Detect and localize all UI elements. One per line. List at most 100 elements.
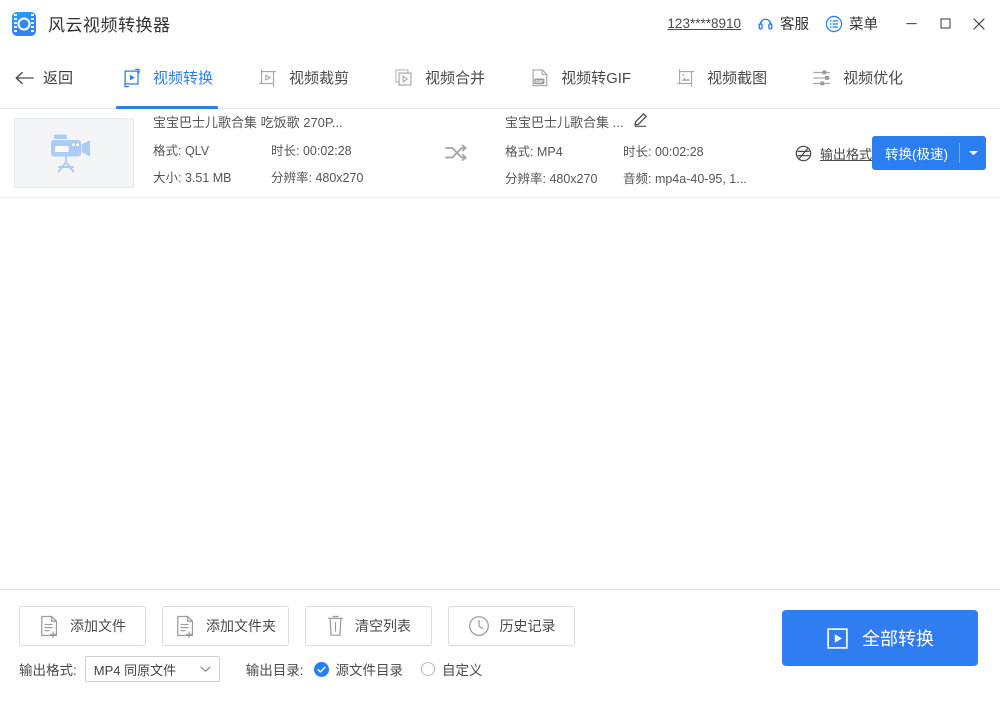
chevron-down-icon [200,666,211,672]
add-folder-icon [177,615,194,638]
tool-button-label: 清空列表 [355,618,411,634]
source-duration: 时长: 00:02:28 [271,144,352,158]
maximize-icon [939,18,951,29]
convert-button[interactable]: 转换(极速) [872,136,986,170]
menu-list-icon [825,15,843,32]
support-button[interactable]: 客服 [757,13,809,34]
video-optimize-icon [813,69,831,85]
bottom-toolbar: 添加文件 添加文件夹 清空列表 历史记录 输出格式: MP4 同原文件 输出目录… [0,589,1000,703]
source-format: 格式: QLV [153,144,210,158]
radio-custom-directory-label: 自定义 [442,663,483,678]
output-options: 输出格式: MP4 同原文件 输出目录: 源文件目录 自定义 [19,656,483,682]
tab-label: 视频转GIF [561,70,632,87]
trash-icon [327,615,344,636]
output-dir-field-label: 输出目录: [245,663,304,678]
shuffle-icon[interactable] [431,142,483,164]
clock-icon [468,616,489,636]
history-button[interactable]: 历史记录 [448,606,575,646]
source-meta-line-2: 大小: 3.51 MB 分辨率: 480x270 [153,167,431,186]
add-file-icon [41,615,58,638]
source-meta-line-1: 格式: QLV 时长: 00:02:28 [153,140,431,159]
radio-custom-directory[interactable]: 自定义 [421,659,483,679]
tool-button-label: 添加文件夹 [206,618,276,634]
menu-label: 菜单 [849,17,878,33]
application-window: 风云视频转换器 123****8910 客服 菜单 返回 视频转换 视频裁剪 视… [0,0,1000,703]
radio-checked-icon [313,661,329,677]
title-bar-right: 123****8910 客服 菜单 [667,0,1000,47]
file-list: 宝宝巴士儿歌合集 吃饭歌 270P... 格式: QLV 时长: 00:02:2… [0,109,1000,589]
back-button[interactable]: 返回 [14,67,73,88]
source-file-info: 宝宝巴士儿歌合集 吃饭歌 270P... 格式: QLV 时长: 00:02:2… [153,112,431,194]
check-icon [316,666,326,673]
minimize-button[interactable] [894,4,928,44]
video-crop-icon [259,68,277,87]
table-row[interactable]: 宝宝巴士儿歌合集 吃饭歌 270P... 格式: QLV 时长: 00:02:2… [0,109,1000,198]
caret-down-icon [968,150,978,156]
title-bar: 风云视频转换器 123****8910 客服 菜单 [0,0,1000,47]
clear-list-button[interactable]: 清空列表 [305,606,432,646]
maximize-button[interactable] [928,4,962,44]
radio-source-directory-label: 源文件目录 [335,663,404,678]
app-title: 风云视频转换器 [48,16,171,35]
tab-video-crop[interactable]: 视频裁剪 [235,47,371,109]
back-label: 返回 [43,70,74,87]
window-controls [894,4,996,44]
source-file-name: 宝宝巴士儿歌合集 吃饭歌 270P... [153,115,343,130]
video-camera-icon [51,134,90,173]
tool-button-group: 添加文件 添加文件夹 清空列表 历史记录 [19,606,575,646]
source-size: 大小: 3.51 MB [153,171,232,185]
account-link[interactable]: 123****8910 [667,16,741,31]
tool-button-label: 添加文件 [70,618,126,634]
tab-list: 视频转换 视频裁剪 视频合并 GIF 视频转GIF 视频截图 视频优化 [99,47,925,109]
convert-all-label: 全部转换 [862,629,934,649]
output-audio: 音频: mp4a-40-95, 1... [623,171,747,186]
video-convert-icon [124,68,140,87]
tab-video-merge[interactable]: 视频合并 [371,47,507,109]
video-to-gif-icon: GIF [532,68,548,86]
tab-label: 视频合并 [425,70,486,87]
support-label: 客服 [780,17,809,33]
output-meta-line-2: 分辨率: 480x270 音频: mp4a-40-95, 1... [505,168,773,187]
play-icon [827,627,848,649]
chevron-down-icon[interactable] [960,149,986,157]
output-format-field-label: 输出格式: [19,663,77,678]
tab-label: 视频优化 [843,70,904,87]
radio-source-directory[interactable]: 源文件目录 [313,659,404,679]
video-screenshot-icon [677,68,695,87]
output-resolution: 分辨率: 480x270 [505,171,598,186]
tab-video-convert[interactable]: 视频转换 [99,47,235,109]
tab-video-screenshot[interactable]: 视频截图 [653,47,789,109]
shuffle-arrows-icon [445,144,467,161]
radio-unchecked-icon [421,662,436,676]
output-format-label: 输出格式 [820,146,873,162]
output-file-info: 宝宝巴士儿歌合集 ... 格式: MP4 时长: 00:02:28 分辨率: 4… [505,112,773,195]
output-format-value: MP4 同原文件 [93,662,177,678]
navigation-bar: 返回 视频转换 视频裁剪 视频合并 GIF 视频转GIF 视频截图 视频优化 [0,47,1000,109]
video-merge-icon [395,68,412,86]
tab-label: 视频裁剪 [289,70,350,87]
menu-button[interactable]: 菜单 [825,13,878,34]
format-settings-icon [795,145,812,161]
minimize-icon [905,23,917,25]
output-format-select[interactable]: MP4 同原文件 [84,656,220,682]
convert-button-label: 转换(极速) [885,147,948,162]
add-folder-button[interactable]: 添加文件夹 [162,606,289,646]
pencil-icon[interactable] [633,112,648,132]
tab-video-optimize[interactable]: 视频优化 [789,47,925,109]
tab-video-to-gif[interactable]: GIF 视频转GIF [507,47,653,109]
convert-all-button[interactable]: 全部转换 [782,610,978,666]
close-button[interactable] [962,4,996,44]
source-resolution: 分辨率: 480x270 [271,171,364,185]
arrow-left-icon [15,71,34,84]
output-meta-line-1: 格式: MP4 时长: 00:02:28 [505,141,773,160]
add-file-button[interactable]: 添加文件 [19,606,146,646]
film-reel-icon [12,11,36,36]
close-icon [973,17,985,30]
output-format-button[interactable]: 输出格式 [795,144,872,163]
output-duration: 时长: 00:02:28 [623,144,704,159]
output-title-row: 宝宝巴士儿歌合集 ... [505,112,773,132]
svg-text:GIF: GIF [535,78,543,84]
tab-label: 视频截图 [707,70,768,87]
output-file-name: 宝宝巴士儿歌合集 ... [505,115,624,130]
tab-label: 视频转换 [153,70,214,87]
